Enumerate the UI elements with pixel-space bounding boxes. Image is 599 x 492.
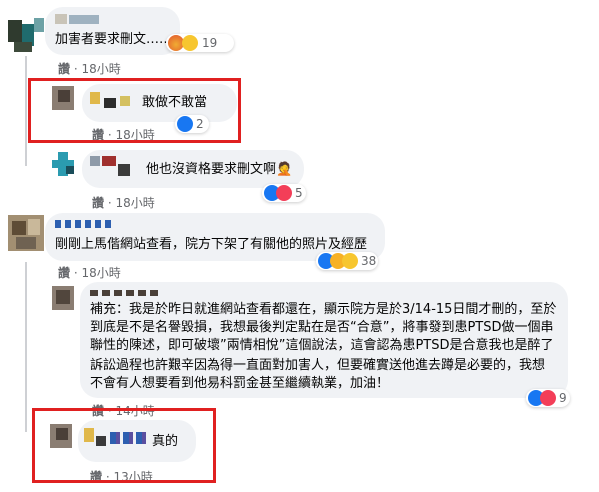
sad-icon [182, 35, 198, 51]
like-link[interactable]: 讚 [92, 196, 104, 210]
comment-bubble: 加害者要求刪文…… [45, 7, 180, 55]
comment-text: 加害者要求刪文…… [55, 32, 173, 47]
highlight-box [32, 408, 216, 483]
highlight-box [28, 78, 241, 143]
thread-line [25, 262, 27, 432]
reaction-summary[interactable]: 5 [262, 184, 306, 202]
comment-text-line: 不會有人想要看到他易科罰金甚至繼續執業，加油！ [90, 376, 390, 391]
comment-text: 剛剛上馬偕網站查看，院方下架了有關他的照片及經歷 [55, 237, 368, 252]
reaction-summary[interactable]: 38 [316, 252, 378, 270]
comment-text: 他也沒資格要求刪文啊🤦 [146, 162, 293, 177]
comment-text-line: 補充：我是於昨日就進網站查看都還在，顯示院方是於3/14-15日間才刪的，至於 [90, 302, 557, 317]
love-icon [276, 185, 292, 201]
comment-actions: 讚 · 18小時 [58, 62, 121, 76]
commenter-name-blurred[interactable] [90, 290, 162, 296]
reaction-summary[interactable]: 9 [526, 389, 570, 407]
avatar[interactable] [52, 286, 74, 310]
commenter-name-blurred[interactable] [90, 156, 100, 166]
avatar[interactable] [8, 18, 44, 54]
avatar[interactable] [52, 152, 74, 176]
commenter-name-blurred[interactable] [55, 220, 115, 228]
reaction-summary[interactable]: 19 [166, 34, 234, 52]
thread-line [25, 56, 27, 166]
comment-bubble: 補充：我是於昨日就進網站查看都還在，顯示院方是於3/14-15日間才刪的，至於 … [80, 282, 568, 398]
comment-text-line: 到底是不是名譽毀損，我想最後判定點在是否“合意”，將事發到患PTSD做一個串 [90, 320, 554, 335]
comment-text-line: 聯性的陳述，即可破壞”兩情相悅”這個說法，這會認為患PTSD是合意我也是醉了 [90, 338, 554, 353]
commenter-name-blurred[interactable] [55, 14, 67, 24]
comment-bubble: 他也沒資格要求刪文啊🤦 [82, 150, 304, 188]
comment-actions: 讚 · 18小時 [92, 196, 155, 210]
comment-actions: 讚 · 18小時 [58, 266, 121, 280]
sad-icon [342, 253, 358, 269]
love-icon [540, 390, 556, 406]
avatar[interactable] [8, 215, 44, 251]
like-link[interactable]: 讚 [58, 62, 70, 76]
facepalm-emoji: 🤦 [276, 162, 293, 177]
like-link[interactable]: 讚 [58, 266, 70, 280]
comment-text-line: 訴訟過程也許艱辛因為得一直面對加害人，但要確實送他進去蹲是必要的，我想 [90, 358, 546, 373]
